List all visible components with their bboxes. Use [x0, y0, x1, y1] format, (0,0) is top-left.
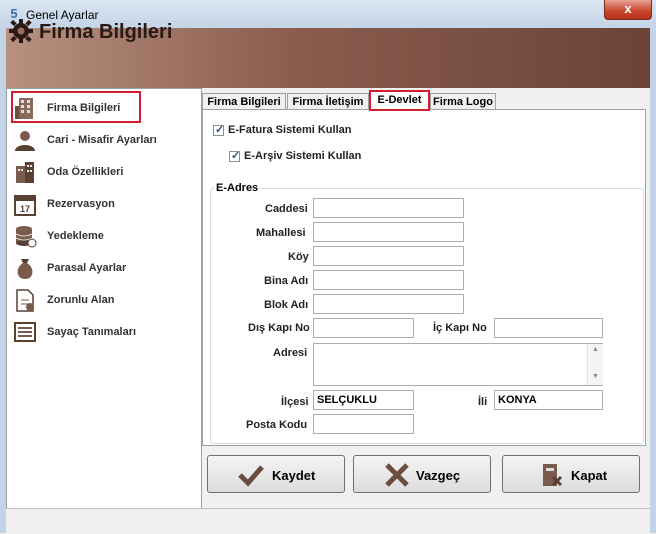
sidebar-item-rezervasyon[interactable]: 17 Rezervasyon — [7, 189, 201, 219]
save-button[interactable]: Kaydet — [207, 455, 345, 493]
tab-firma-bilgileri[interactable]: Firma Bilgileri — [202, 93, 286, 109]
tab-firma-iletisim[interactable]: Firma İletişim — [287, 93, 369, 109]
sidebar-item-label: Parasal Ayarlar — [47, 262, 127, 274]
document-icon — [16, 289, 34, 312]
save-button-label: Kaydet — [272, 468, 316, 483]
sidebar-item-sayac-tanimalari[interactable]: Sayaç Tanımaları — [7, 317, 201, 347]
sidebar-item-yedekleme[interactable]: Yedekleme — [7, 221, 201, 251]
page-title: Firma Bilgileri — [39, 21, 173, 43]
posta-kodu-field[interactable] — [313, 414, 414, 434]
koy-field[interactable] — [313, 246, 464, 266]
posta-kodu-label: Posta Kodu — [246, 419, 308, 431]
exit-door-icon — [543, 464, 563, 487]
ili-field[interactable]: KONYA — [494, 390, 603, 410]
ilcesi-label: İlçesi — [281, 396, 309, 408]
window-frame-right — [650, 28, 656, 533]
active-item-highlight — [11, 91, 141, 123]
check-icon: ✓ — [231, 150, 241, 162]
sidebar-item-label: Sayaç Tanımaları — [47, 326, 137, 338]
tab-highlight — [369, 90, 430, 111]
scroll-down-icon[interactable]: ▼ — [592, 373, 599, 380]
earsiv-checkbox[interactable]: ✓ — [229, 150, 241, 162]
database-icon — [15, 226, 37, 248]
sidebar-item-label: Yedekleme — [47, 230, 104, 242]
sidebar: Firma Bilgileri Cari - Misafir Ayarları … — [6, 88, 202, 510]
ili-label: İli — [478, 396, 488, 408]
checkmark-icon — [238, 465, 264, 487]
cancel-button-label: Vazgeç — [416, 468, 461, 483]
sidebar-item-oda-ozellikleri[interactable]: Oda Özellikleri — [7, 157, 201, 187]
close-button-label: Kapat — [571, 468, 608, 483]
calendar-icon: 17 — [14, 195, 36, 216]
check-icon: ✓ — [215, 124, 225, 136]
window-title: Genel Ayarlar — [26, 8, 99, 22]
hotel-icon — [16, 162, 34, 183]
status-bar — [6, 508, 650, 534]
close-button[interactable]: Kapat — [502, 455, 640, 493]
bina-adi-field[interactable] — [313, 270, 464, 290]
mahallesi-field[interactable] — [313, 222, 464, 242]
svg-text:17: 17 — [20, 204, 30, 214]
efatura-checkbox[interactable]: ✓ — [213, 124, 225, 136]
ic-kapi-label: İç Kapı No — [433, 322, 487, 334]
cancel-x-icon — [385, 463, 409, 487]
e-adres-group-title: E-Adres — [214, 182, 261, 194]
caddesi-label: Caddesi — [265, 203, 308, 215]
blok-adi-label: Blok Adı — [264, 299, 309, 311]
ilcesi-field[interactable]: SELÇUKLU — [313, 390, 414, 410]
earsiv-label: E-Arşiv Sistemi Kullan — [244, 150, 362, 162]
sidebar-item-label: Oda Özellikleri — [47, 166, 124, 178]
user-icon — [15, 131, 35, 151]
sidebar-item-parasal-ayarlar[interactable]: Parasal Ayarlar — [7, 253, 201, 283]
sidebar-item-label: Zorunlu Alan — [47, 294, 115, 306]
sidebar-item-label: Rezervasyon — [47, 198, 115, 210]
scroll-up-icon[interactable]: ▲ — [592, 346, 599, 353]
counter-icon — [14, 322, 36, 342]
ic-kapi-field[interactable] — [494, 318, 603, 338]
gear-icon — [9, 19, 33, 43]
koy-label: Köy — [288, 251, 309, 263]
efatura-label: E-Fatura Sistemi Kullan — [228, 124, 352, 136]
adresi-scrollbar[interactable]: ▲ ▼ — [587, 344, 603, 385]
dis-kapi-label: Dış Kapı No — [248, 322, 310, 334]
sidebar-item-cari-misafir[interactable]: Cari - Misafir Ayarları — [7, 125, 201, 155]
mahallesi-label: Mahallesi — [256, 227, 306, 239]
blok-adi-field[interactable] — [313, 294, 464, 314]
bina-adi-label: Bina Adı — [264, 275, 309, 287]
money-bag-icon — [17, 259, 33, 279]
adresi-label: Adresi — [273, 347, 308, 359]
sidebar-item-label: Cari - Misafir Ayarları — [47, 134, 157, 146]
window-right-edge — [647, 92, 650, 508]
adresi-textarea[interactable] — [313, 343, 603, 386]
dis-kapi-field[interactable] — [313, 318, 414, 338]
cancel-button[interactable]: Vazgeç — [353, 455, 491, 493]
tab-firma-logo[interactable]: Firma Logo — [430, 93, 496, 109]
sidebar-item-zorunlu-alan[interactable]: Zorunlu Alan — [7, 285, 201, 315]
caddesi-field[interactable] — [313, 198, 464, 218]
close-window-button[interactable]: x — [604, 0, 652, 20]
